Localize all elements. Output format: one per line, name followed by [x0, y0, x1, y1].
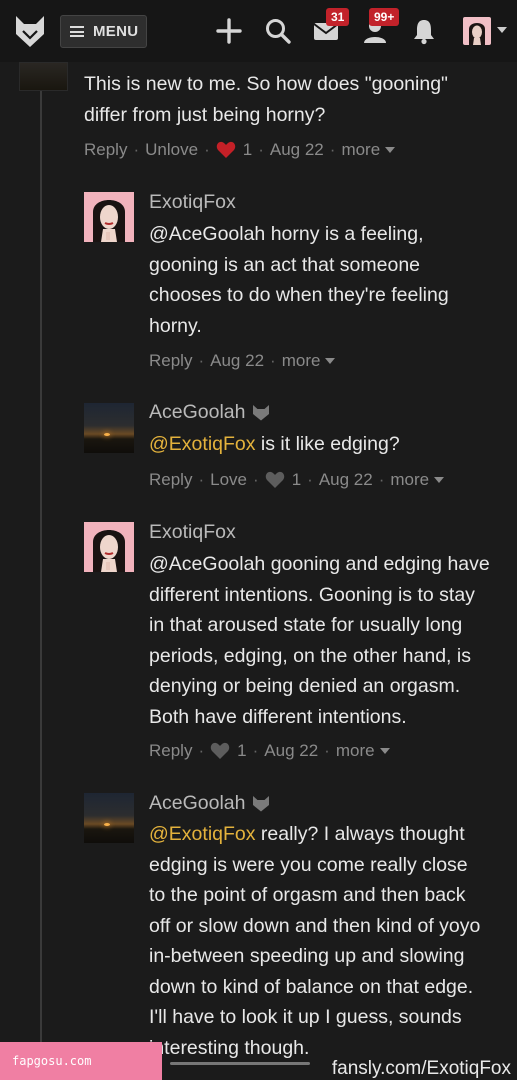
top-navigation-bar: MENU 31 99+: [0, 0, 517, 62]
exotiqfox-photo-icon: [93, 200, 125, 242]
separator: ·: [329, 140, 336, 159]
separator: ·: [253, 470, 259, 489]
avatar[interactable]: [84, 403, 134, 453]
messages-badge: 31: [326, 8, 350, 26]
menu-label: MENU: [93, 23, 139, 40]
avatar[interactable]: [84, 793, 134, 843]
menu-button[interactable]: MENU: [60, 15, 147, 48]
comment-text: @AceGoolah horny is a feeling, gooning i…: [149, 223, 449, 337]
watermark-left: fapgosu.com: [0, 1042, 162, 1080]
separator: ·: [324, 741, 330, 760]
reply-link[interactable]: Reply: [149, 351, 192, 371]
chevron-down-icon: [379, 748, 390, 754]
unlove-link[interactable]: Unlove: [145, 140, 198, 160]
author-name[interactable]: ExotiqFox: [149, 191, 236, 214]
exotiqfox-photo-icon: [93, 530, 125, 572]
comment-actions: Reply · 1 · Aug 22 · more: [149, 741, 390, 761]
reply-link[interactable]: Reply: [84, 140, 127, 160]
more-link[interactable]: more: [336, 741, 375, 761]
separator: ·: [133, 140, 140, 159]
separator: ·: [378, 470, 385, 489]
comment-text: @AceGoolah gooning and edging have diffe…: [149, 553, 490, 728]
comment-date: Aug 22: [318, 470, 373, 489]
comment-author[interactable]: AceGoolah: [149, 792, 270, 815]
more-link[interactable]: more: [390, 470, 429, 490]
heart-filled-icon[interactable]: [216, 141, 236, 159]
comment-text-body: really? I always thought edging is were …: [149, 823, 481, 1059]
comment-text: This is new to me. So how does "gooning"…: [84, 73, 448, 126]
comment-date: Aug 22: [210, 351, 265, 370]
like-count: 1: [237, 741, 247, 760]
follow-notifications-badge: 99+: [369, 8, 400, 26]
comment-author[interactable]: ExotiqFox: [149, 191, 236, 214]
comment-text: @ExotiqFox really? I always thought edgi…: [149, 819, 509, 1063]
comment-actions: Reply · Unlove · 1 · Aug 22 · more: [84, 140, 396, 160]
avatar[interactable]: [84, 522, 134, 572]
heart-icon[interactable]: [265, 471, 285, 489]
watermark-right: fansly.com/ExotiqFox: [331, 1058, 511, 1079]
separator: ·: [270, 351, 276, 370]
comment-text: @ExotiqFox is it like edging?: [149, 429, 504, 460]
profile-avatar[interactable]: [463, 17, 491, 45]
author-name[interactable]: AceGoolah: [149, 792, 245, 815]
heart-icon[interactable]: [210, 742, 230, 760]
author-name[interactable]: AceGoolah: [149, 401, 245, 424]
search-icon[interactable]: [263, 16, 293, 46]
separator: ·: [204, 140, 210, 159]
fox-badge-icon: [253, 796, 270, 812]
like-count: 1: [291, 470, 302, 489]
fox-logo-icon[interactable]: [14, 14, 46, 48]
thread-line: [40, 90, 42, 1080]
hamburger-icon: [70, 26, 84, 37]
profile-photo-icon: [469, 23, 485, 45]
author-name[interactable]: ExotiqFox: [149, 521, 236, 544]
avatar[interactable]: [19, 62, 68, 91]
like-count: 1: [242, 140, 253, 159]
separator: ·: [307, 470, 313, 489]
love-link[interactable]: Love: [210, 470, 247, 490]
separator: ·: [258, 140, 264, 159]
more-link[interactable]: more: [282, 351, 321, 371]
chevron-down-icon: [325, 358, 336, 364]
comment-actions: Reply · Aug 22 · more: [149, 351, 336, 371]
fox-badge-icon: [253, 405, 270, 421]
chevron-down-icon: [434, 477, 445, 483]
more-link[interactable]: more: [341, 140, 380, 160]
comment-author[interactable]: ExotiqFox: [149, 521, 236, 544]
user-mention-link[interactable]: @ExotiqFox: [149, 433, 256, 455]
avatar[interactable]: [84, 192, 134, 242]
separator: ·: [198, 741, 205, 760]
account-dropdown-caret-icon[interactable]: [497, 27, 507, 33]
comment-actions: Reply · Love · 1 · Aug 22 · more: [149, 470, 445, 490]
comment-author[interactable]: AceGoolah: [149, 401, 270, 424]
reply-link[interactable]: Reply: [149, 741, 192, 761]
separator: ·: [198, 470, 205, 489]
separator: ·: [198, 351, 205, 370]
bell-icon[interactable]: [409, 16, 439, 46]
chevron-down-icon: [385, 147, 396, 153]
comment-text-body: is it like edging?: [255, 433, 400, 455]
user-mention-link[interactable]: @ExotiqFox: [149, 823, 256, 845]
reply-link[interactable]: Reply: [149, 470, 192, 490]
plus-icon[interactable]: [214, 16, 244, 46]
comment-date: Aug 22: [264, 741, 319, 760]
scroll-indicator: [170, 1062, 310, 1065]
comment-date: Aug 22: [269, 140, 324, 159]
separator: ·: [252, 741, 259, 760]
